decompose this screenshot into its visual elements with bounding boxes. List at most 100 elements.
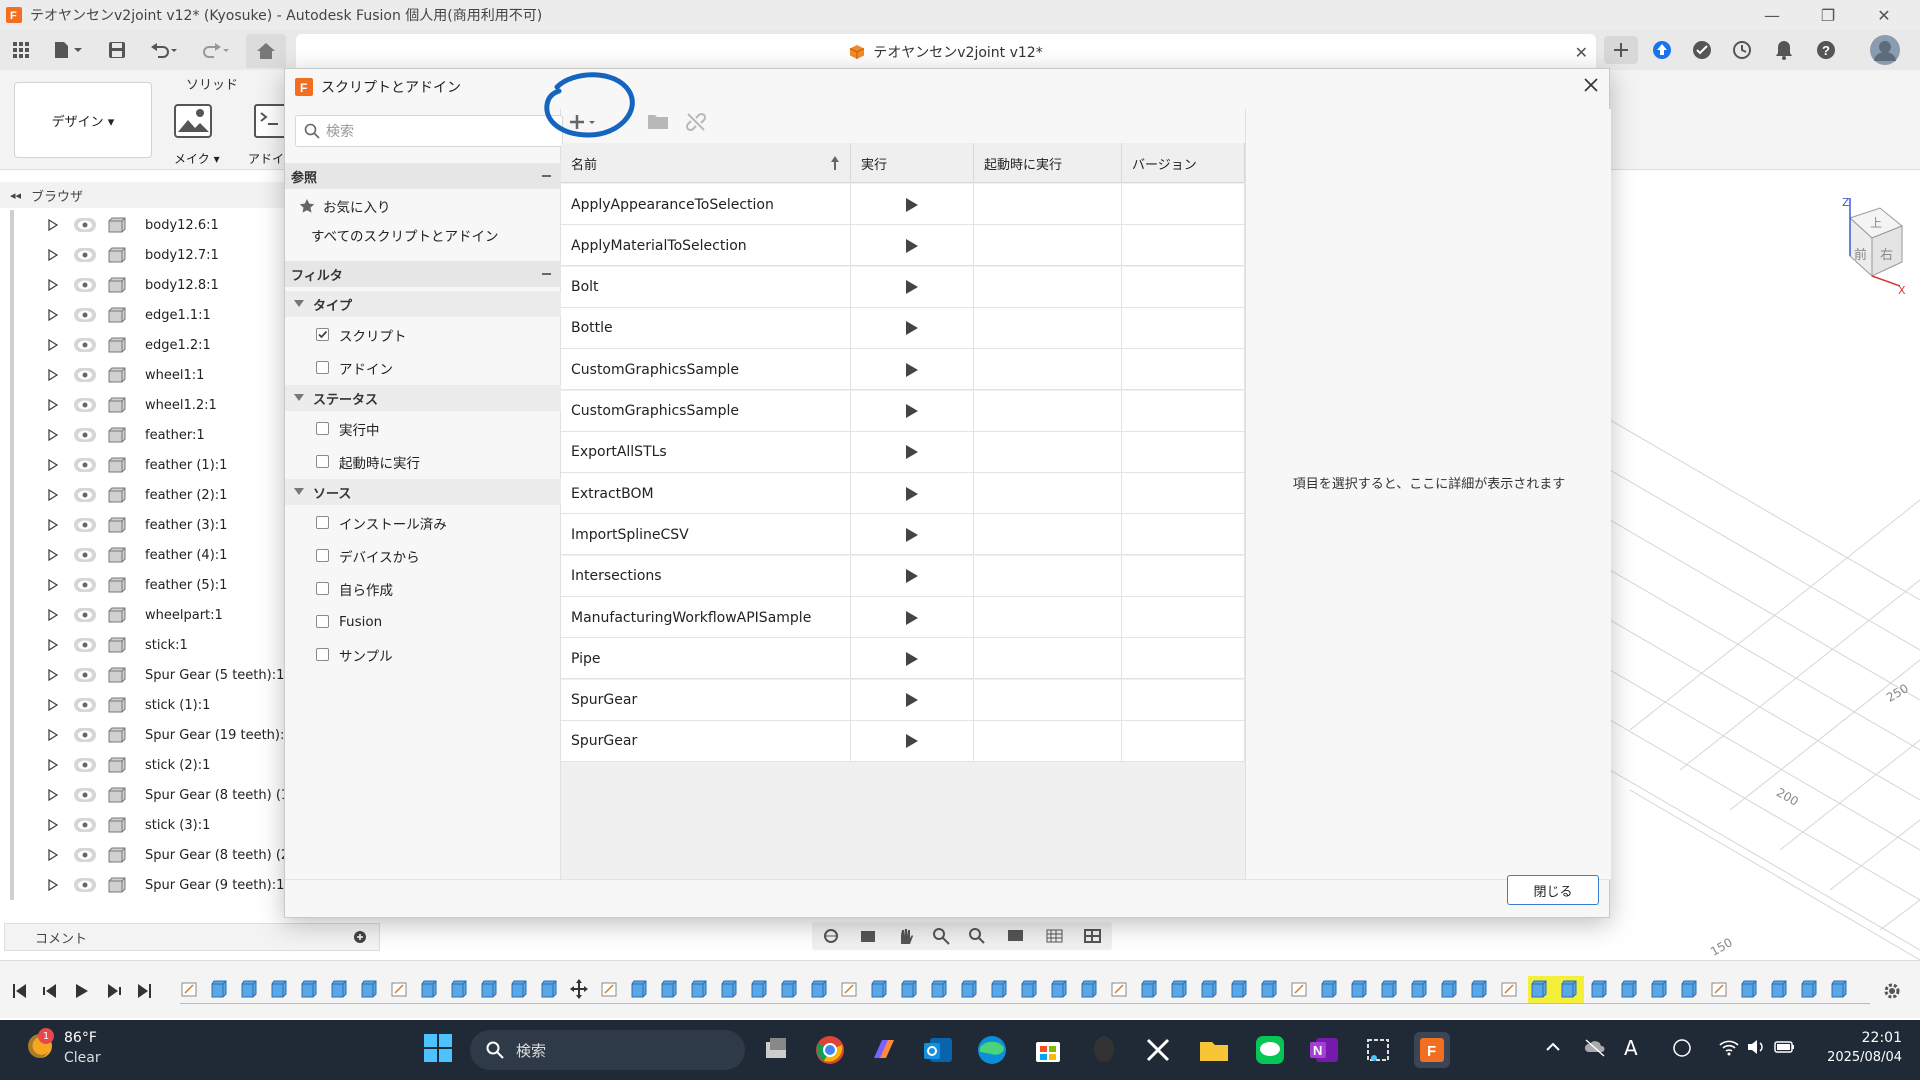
add-comment-icon[interactable] <box>353 930 367 944</box>
checkbox[interactable] <box>316 615 329 628</box>
fusion-taskbar-icon[interactable]: F <box>1414 1032 1450 1068</box>
timeline-body-feature-icon[interactable] <box>1380 979 1398 999</box>
visibility-eye-icon[interactable] <box>74 848 96 862</box>
windows-start-icon[interactable] <box>422 1032 454 1064</box>
timeline-body-feature-icon[interactable] <box>1230 979 1248 999</box>
column-run[interactable]: 実行 <box>851 143 974 183</box>
script-row[interactable]: ManufacturingWorkflowAPISample <box>561 597 1245 638</box>
browser-tree-item[interactable]: body12.8:1 <box>0 270 300 300</box>
run-script-button[interactable] <box>851 555 974 597</box>
mesh-image-icon[interactable] <box>174 104 212 138</box>
display-settings-icon[interactable] <box>1006 927 1026 945</box>
visibility-eye-icon[interactable] <box>74 398 96 412</box>
timeline-body-feature-icon[interactable] <box>660 979 678 999</box>
checkbox[interactable] <box>316 455 329 468</box>
visibility-eye-icon[interactable] <box>74 218 96 232</box>
timeline-body-feature-icon[interactable] <box>1830 979 1848 999</box>
script-row[interactable]: CustomGraphicsSample <box>561 349 1245 391</box>
visibility-eye-icon[interactable] <box>74 458 96 472</box>
microsoft-store-icon[interactable] <box>1030 1032 1066 1068</box>
run-script-button[interactable] <box>851 679 974 721</box>
script-row[interactable]: ImportSplineCSV <box>561 514 1245 556</box>
minimize-button[interactable]: — <box>1744 0 1800 30</box>
show-hidden-icons-chevron[interactable] <box>1546 1040 1560 1054</box>
expand-triangle-icon[interactable] <box>48 609 58 621</box>
visibility-eye-icon[interactable] <box>74 878 96 892</box>
browser-tree-item[interactable]: stick:1 <box>0 630 300 660</box>
browser-tree-item[interactable]: wheel1:1 <box>0 360 300 390</box>
unlink-icon[interactable] <box>685 111 707 133</box>
battery-icon[interactable] <box>1774 1038 1796 1056</box>
clock-icon[interactable] <box>1728 36 1756 64</box>
expand-triangle-icon[interactable] <box>48 369 58 381</box>
expand-triangle-icon[interactable] <box>48 789 58 801</box>
run-script-button[interactable] <box>851 431 974 473</box>
visibility-eye-icon[interactable] <box>74 308 96 322</box>
expand-triangle-icon[interactable] <box>48 309 58 321</box>
timeline-body-feature-icon[interactable] <box>780 979 798 999</box>
expand-triangle-icon[interactable] <box>48 639 58 651</box>
timeline-body-feature-icon[interactable] <box>930 979 948 999</box>
timeline-body-feature-icon[interactable] <box>900 979 918 999</box>
script-row[interactable]: Intersections <box>561 555 1245 597</box>
column-name[interactable]: 名前 <box>561 143 851 183</box>
snipping-tool-icon[interactable] <box>1360 1032 1396 1068</box>
timeline-body-feature-icon[interactable] <box>330 979 348 999</box>
expand-triangle-icon[interactable] <box>48 429 58 441</box>
timeline-next-icon[interactable] <box>106 983 122 999</box>
run-on-startup-cell[interactable] <box>974 514 1122 556</box>
visibility-eye-icon[interactable] <box>74 248 96 262</box>
run-script-button[interactable] <box>851 597 974 638</box>
browser-header[interactable]: ◂◂ ブラウザ <box>0 182 300 208</box>
run-script-button[interactable] <box>851 225 974 267</box>
visibility-eye-icon[interactable] <box>74 518 96 532</box>
run-script-button[interactable] <box>851 473 974 515</box>
run-on-startup-cell[interactable] <box>974 431 1122 473</box>
timeline-body-feature-icon[interactable] <box>1320 979 1338 999</box>
browser-tree-item[interactable]: Spur Gear (8 teeth) (1) <box>0 780 300 810</box>
run-script-button[interactable] <box>851 266 974 308</box>
expand-triangle-icon[interactable] <box>48 549 58 561</box>
checkbox[interactable] <box>316 549 329 562</box>
timeline-move-feature-icon[interactable] <box>570 979 588 999</box>
visibility-eye-icon[interactable] <box>74 428 96 442</box>
new-tab-icon[interactable] <box>1604 36 1638 64</box>
workspace-switcher[interactable]: デザイン ▾ <box>14 82 152 158</box>
run-script-button[interactable] <box>851 638 974 680</box>
filter-device[interactable]: デバイスから <box>285 543 561 569</box>
timeline-body-feature-icon[interactable] <box>690 979 708 999</box>
volume-icon[interactable] <box>1746 1038 1766 1056</box>
timeline-body-feature-icon[interactable] <box>1440 979 1458 999</box>
dialog-close-icon[interactable] <box>1583 77 1599 93</box>
timeline-body-feature-icon[interactable] <box>1050 979 1068 999</box>
task-view-icon[interactable] <box>758 1032 794 1068</box>
browser-tree-item[interactable]: feather (2):1 <box>0 480 300 510</box>
visibility-eye-icon[interactable] <box>74 488 96 502</box>
timeline-body-feature-icon[interactable] <box>1560 979 1578 999</box>
timeline-start-icon[interactable] <box>12 983 28 999</box>
expand-triangle-icon[interactable] <box>48 819 58 831</box>
timeline-prev-icon[interactable] <box>42 983 58 999</box>
expand-triangle-icon[interactable] <box>48 279 58 291</box>
run-on-startup-cell[interactable] <box>974 679 1122 721</box>
timeline-sketch-feature-icon[interactable] <box>180 979 198 999</box>
checkbox[interactable] <box>316 582 329 595</box>
timeline-sketch-feature-icon[interactable] <box>600 979 618 999</box>
script-row[interactable]: Bottle <box>561 307 1245 349</box>
browser-tree-item[interactable]: body12.7:1 <box>0 240 300 270</box>
filter-script[interactable]: スクリプト <box>285 322 561 348</box>
filter-sample[interactable]: サンプル <box>285 642 561 668</box>
run-script-button[interactable] <box>851 514 974 556</box>
timeline-body-feature-icon[interactable] <box>1020 979 1038 999</box>
timeline-body-feature-icon[interactable] <box>1410 979 1428 999</box>
timeline-body-feature-icon[interactable] <box>450 979 468 999</box>
run-on-startup-cell[interactable] <box>974 638 1122 680</box>
run-on-startup-cell[interactable] <box>974 473 1122 515</box>
section-filter[interactable]: フィルタ <box>285 261 561 287</box>
browser-tree-item[interactable]: wheelpart:1 <box>0 600 300 630</box>
close-window-button[interactable]: ✕ <box>1856 0 1912 30</box>
expand-triangle-icon[interactable] <box>48 219 58 231</box>
filter-own[interactable]: 自ら作成 <box>285 576 561 602</box>
expand-triangle-icon[interactable] <box>48 399 58 411</box>
copilot-icon[interactable] <box>866 1032 902 1068</box>
